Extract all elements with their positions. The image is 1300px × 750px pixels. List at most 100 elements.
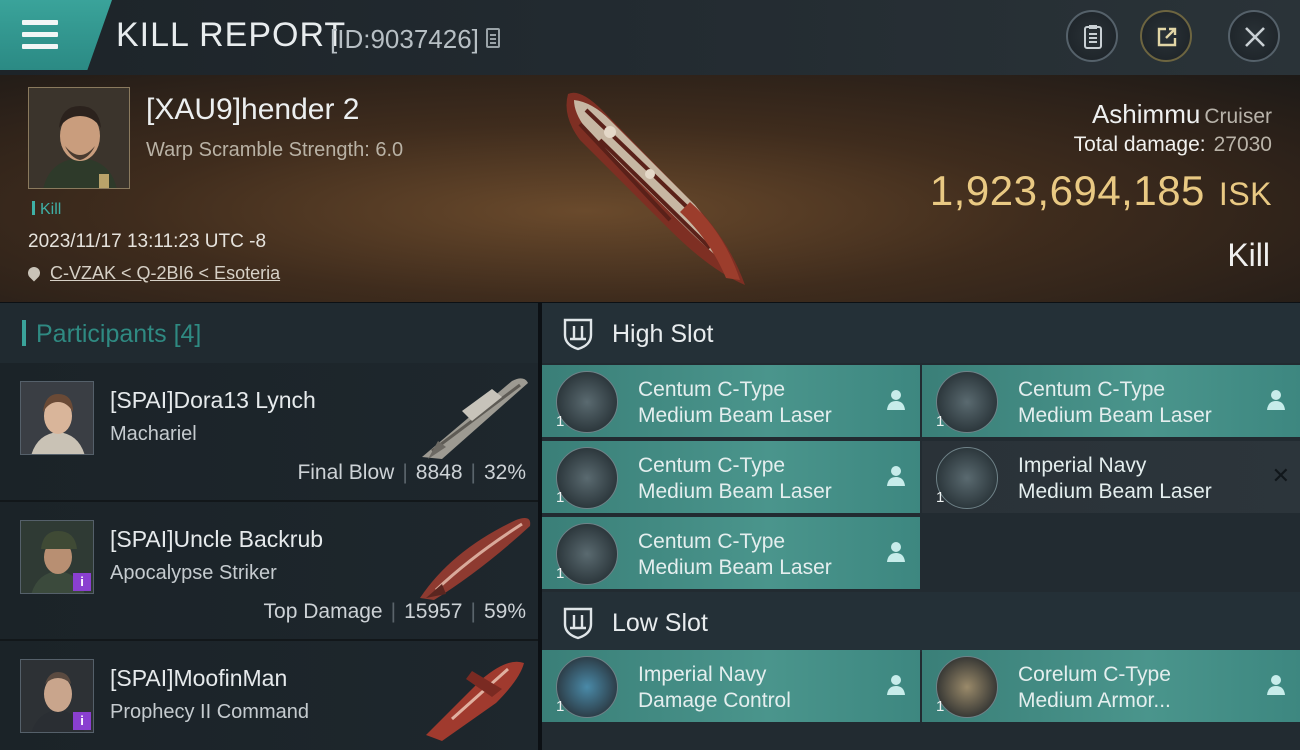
- module-quantity: 1: [936, 698, 945, 715]
- total-damage: Total damage: 27030: [1074, 133, 1272, 157]
- module-name: Centum C-Type Medium Beam Laser: [638, 377, 832, 429]
- module-name: Centum C-Type Medium Beam Laser: [638, 453, 832, 505]
- participant-percent: 32%: [483, 461, 526, 484]
- person-icon[interactable]: [886, 674, 906, 696]
- victim-avatar: [29, 88, 129, 188]
- destroyed-x-icon: ✕: [1271, 463, 1290, 488]
- avatar-image: [21, 382, 93, 454]
- participants-panel: Participants [4] [SPAI]Dora13 Lynch Mach…: [0, 303, 538, 750]
- location-pin-icon: [25, 264, 43, 282]
- beam-laser-icon: [556, 523, 618, 585]
- avatar[interactable]: [20, 381, 94, 455]
- avatar[interactable]: i: [20, 520, 94, 594]
- module-name-line2: Medium Beam Laser: [638, 480, 832, 503]
- module-name: Centum C-Type Medium Beam Laser: [1018, 377, 1212, 429]
- module-name-line1: Imperial Navy: [638, 663, 767, 686]
- module-tile[interactable]: 1 Corelum C-Type Medium Armor...: [922, 650, 1300, 722]
- high-slot-icon: [563, 318, 593, 351]
- close-button[interactable]: [1228, 10, 1280, 62]
- victim-ship-image[interactable]: [540, 80, 760, 300]
- person-icon[interactable]: [1266, 389, 1286, 411]
- person-icon[interactable]: [886, 389, 906, 411]
- info-badge: i: [73, 712, 91, 730]
- module-name-line2: Medium Beam Laser: [1018, 480, 1212, 503]
- report-id: [ID:9037426]: [330, 24, 479, 54]
- participant-name[interactable]: [SPAI]MoofinMan: [110, 665, 287, 692]
- participant-ship: Machariel: [110, 423, 197, 445]
- participant-role: Top Damage: [263, 600, 383, 623]
- participant-name[interactable]: [SPAI]Dora13 Lynch: [110, 387, 316, 414]
- participant-row[interactable]: [SPAI]Dora13 Lynch Machariel Final Blow |…: [0, 363, 538, 502]
- isk-amount: 1,923,694,185: [929, 167, 1205, 214]
- kill-location[interactable]: C-VZAK < Q-2BI6 < Esoteria: [25, 263, 280, 284]
- module-name-line2: Medium Armor...: [1018, 689, 1171, 712]
- participant-ship-image[interactable]: [412, 649, 534, 741]
- warp-scramble-strength: Warp Scramble Strength: 6.0: [146, 139, 404, 161]
- module-tile[interactable]: 1 Centum C-Type Medium Beam Laser: [542, 441, 920, 513]
- menu-icon: [22, 20, 58, 56]
- module-name-line1: Imperial Navy: [1018, 454, 1147, 477]
- module-quantity: 1: [556, 698, 565, 715]
- victim-portrait[interactable]: [28, 87, 130, 189]
- participants-title: Participants [4]: [36, 320, 201, 349]
- participant-name[interactable]: [SPAI]Uncle Backrub: [110, 526, 323, 553]
- participant-stats: Top Damage | 15957 | 59%: [263, 600, 526, 623]
- kill-tag: Kill: [32, 201, 61, 219]
- copy-icon[interactable]: [486, 28, 500, 48]
- menu-button[interactable]: [0, 0, 112, 70]
- module-name-line2: Damage Control: [638, 689, 791, 712]
- damage-control-icon: [556, 656, 618, 718]
- module-name: Imperial Navy Damage Control: [638, 662, 791, 714]
- participant-ship: Apocalypse Striker: [110, 562, 277, 584]
- module-tile[interactable]: 1 Centum C-Type Medium Beam Laser: [542, 365, 920, 437]
- page-title: KILL REPORT: [116, 16, 347, 54]
- high-slot-label: High Slot: [612, 320, 714, 348]
- participants-label: Participants: [36, 320, 167, 348]
- module-name-line2: Medium Beam Laser: [638, 556, 832, 579]
- module-name-line1: Corelum C-Type: [1018, 663, 1171, 686]
- module-name-line1: Centum C-Type: [1018, 378, 1166, 401]
- total-damage-value: 27030: [1213, 133, 1272, 156]
- header-accent-bar: [22, 320, 26, 346]
- ship-name-text: Ashimmu: [1091, 99, 1201, 129]
- victim-name[interactable]: [XAU9]hender 2: [146, 93, 359, 127]
- result-label: Kill: [1227, 237, 1270, 273]
- close-icon: [1245, 27, 1265, 47]
- share-button[interactable]: [1140, 10, 1192, 62]
- clipboard-button[interactable]: [1066, 10, 1118, 62]
- module-name: Imperial Navy Medium Beam Laser: [1018, 453, 1212, 505]
- person-icon[interactable]: [886, 465, 906, 487]
- clipboard-icon: [1084, 25, 1102, 49]
- module-quantity: 1: [936, 413, 945, 430]
- participants-header: Participants [4]: [0, 303, 538, 363]
- avatar[interactable]: i: [20, 659, 94, 733]
- participant-percent: 59%: [483, 600, 526, 623]
- module-tile[interactable]: 1 Centum C-Type Medium Beam Laser: [922, 365, 1300, 437]
- participant-row[interactable]: i [SPAI]MoofinMan Prophecy II Command: [0, 641, 538, 750]
- module-tile-destroyed[interactable]: 1 Imperial Navy Medium Beam Laser ✕: [922, 441, 1300, 513]
- armor-repairer-icon: [936, 656, 998, 718]
- ship-class: Cruiser: [1204, 105, 1272, 128]
- participant-stats: Final Blow | 8848 | 32%: [297, 461, 526, 484]
- victim-ship-name[interactable]: Ashimmu Cruiser: [1092, 99, 1272, 130]
- module-quantity: 1: [556, 413, 565, 430]
- module-quantity: 1: [556, 565, 565, 582]
- total-damage-label: Total damage:: [1073, 133, 1206, 156]
- participants-count: [4]: [173, 320, 202, 348]
- participant-damage: 8848: [415, 461, 463, 484]
- participant-ship-image[interactable]: [412, 510, 534, 602]
- victim-banner: [XAU9]hender 2 Warp Scramble Strength: 6…: [0, 75, 1300, 302]
- person-icon[interactable]: [886, 541, 906, 563]
- module-tile[interactable]: 1 Imperial Navy Damage Control: [542, 650, 920, 722]
- person-icon[interactable]: [1266, 674, 1286, 696]
- participant-row[interactable]: i [SPAI]Uncle Backrub Apocalypse Striker…: [0, 502, 538, 641]
- module-quantity: 1: [556, 489, 565, 506]
- participant-ship-image[interactable]: [412, 371, 534, 463]
- low-slot-icon: [563, 607, 593, 640]
- module-name-line1: Centum C-Type: [638, 530, 786, 553]
- module-tile[interactable]: 1 Centum C-Type Medium Beam Laser: [542, 517, 920, 589]
- location-link[interactable]: C-VZAK < Q-2BI6 < Esoteria: [50, 263, 280, 283]
- low-slot-label: Low Slot: [612, 609, 708, 637]
- module-name-line1: Centum C-Type: [638, 454, 786, 477]
- isk-unit: ISK: [1218, 176, 1272, 212]
